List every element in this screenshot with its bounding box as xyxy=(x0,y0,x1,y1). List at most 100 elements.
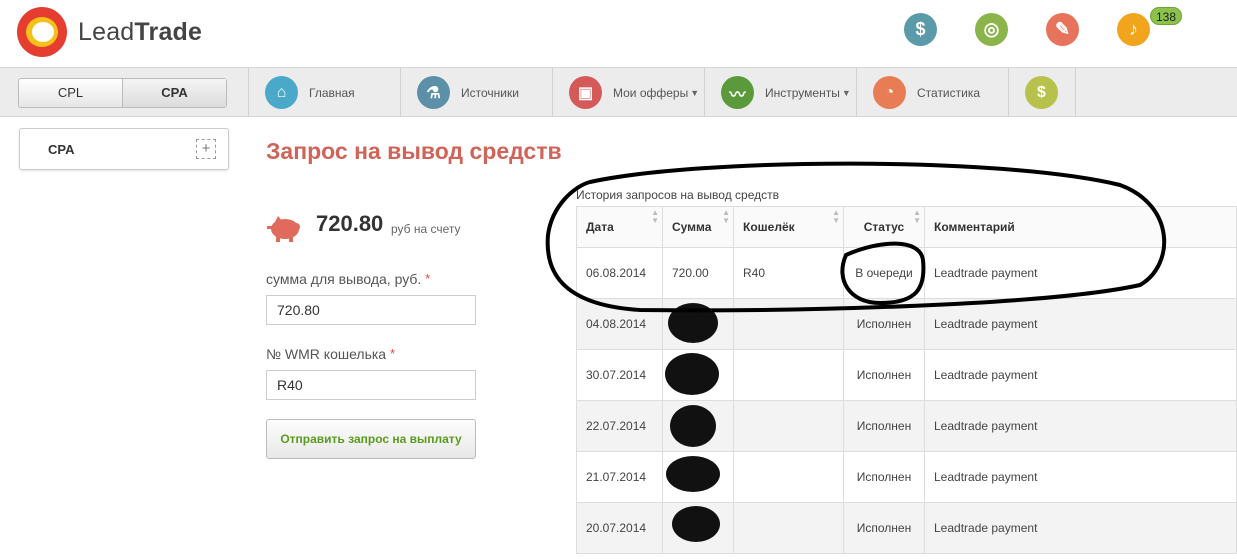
main-navbar: CPL CPA ⌂ Главная ⚗ Источники ▣ Мои оффе… xyxy=(0,67,1237,117)
cell-date: 21.07.2014 xyxy=(576,451,663,503)
nav-tools[interactable]: 〰 Инструменты ▼ xyxy=(721,68,851,117)
cell-wallet xyxy=(733,451,844,503)
cell-wallet xyxy=(733,400,844,452)
cell-status: Исполнен xyxy=(843,349,925,401)
table-row: 06.08.2014 720.00 R40 В очереди Leadtrad… xyxy=(576,247,1237,299)
nav-offers[interactable]: ▣ Мои офферы ▼ xyxy=(569,68,699,117)
column-header-date[interactable]: Дата ▲ ▼ xyxy=(576,206,663,248)
trend-icon: 〰 xyxy=(721,76,754,109)
page-title: Запрос на вывод средств xyxy=(266,138,562,164)
cell-status: В очереди xyxy=(843,247,925,299)
sort-icon: ▲ ▼ xyxy=(651,208,659,225)
wallet-label-text: № WMR кошелька xyxy=(266,346,387,362)
nav-divider xyxy=(400,68,401,117)
nav-sources-label: Источники xyxy=(461,85,519,100)
history-caption: История запросов на вывод средств xyxy=(576,188,779,202)
cell-date: 04.08.2014 xyxy=(576,298,663,350)
column-header-amount[interactable]: Сумма ▲ ▼ xyxy=(662,206,734,248)
required-mark: * xyxy=(425,271,431,286)
cell-date: 22.07.2014 xyxy=(576,400,663,452)
column-header-wallet[interactable]: Кошелёк ▲ ▼ xyxy=(733,206,844,248)
redaction-blot xyxy=(670,405,716,447)
history-header-row: Дата ▲ ▼ Сумма ▲ ▼ Кошелёк ▲ ▼ Статус ▲ ▼ Коммен… xyxy=(576,206,1237,248)
wallet-input[interactable]: R40 xyxy=(266,370,476,400)
sort-icon: ▲ ▼ xyxy=(913,208,921,225)
mode-cpa-button[interactable]: CPA xyxy=(123,79,226,107)
column-status-label: Статус xyxy=(863,220,905,234)
amount-label: сумма для вывода, руб. * xyxy=(266,271,430,287)
amount-input[interactable]: 720.80 xyxy=(266,295,476,325)
cell-status: Исполнен xyxy=(843,502,925,554)
nav-divider xyxy=(704,68,705,117)
mode-switch: CPL CPA xyxy=(18,78,227,108)
chevron-down-icon: ▼ xyxy=(690,87,700,98)
amount-label-text: сумма для вывода, руб. xyxy=(266,271,422,287)
brand-part-2: Trade xyxy=(134,18,203,46)
cell-wallet xyxy=(733,298,844,350)
redaction-blot xyxy=(668,303,718,343)
required-mark: * xyxy=(389,346,396,361)
sidebar-cpa-label: CPA xyxy=(48,142,75,157)
cell-comment: Leadtrade payment xyxy=(924,247,1237,299)
cell-status: Исполнен xyxy=(843,400,925,452)
cell-amount: 720.00 xyxy=(662,247,734,299)
cell-wallet xyxy=(733,349,844,401)
nav-tools-label: Инструменты xyxy=(765,85,840,100)
flask-icon: ⚗ xyxy=(417,76,450,109)
pie-chart-icon: ◔ xyxy=(873,76,906,109)
column-header-status[interactable]: Статус ▲ ▼ xyxy=(843,206,925,248)
sort-icon: ▲ ▼ xyxy=(722,208,730,225)
cell-status: Исполнен xyxy=(843,451,925,503)
nav-stats-label: Статистика xyxy=(917,85,981,100)
wallet-label: № WMR кошелька * xyxy=(266,346,395,362)
bell-icon[interactable]: ♪ xyxy=(1117,13,1150,46)
piggy-bank-icon xyxy=(267,216,300,242)
cell-date: 30.07.2014 xyxy=(576,349,663,401)
nav-home-label: Главная xyxy=(309,85,355,100)
nav-home[interactable]: ⌂ Главная xyxy=(265,68,355,117)
column-date-label: Дата xyxy=(586,220,614,234)
dollar-icon: $ xyxy=(1025,76,1058,109)
brand-name[interactable]: LeadTrade xyxy=(78,18,202,47)
cell-date: 20.07.2014 xyxy=(576,502,663,554)
notifications-badge[interactable]: 138 xyxy=(1150,7,1183,25)
submit-payout-button[interactable]: Отправить запрос на выплату xyxy=(266,419,476,459)
nav-divider xyxy=(1075,68,1076,117)
cell-comment: Leadtrade payment xyxy=(924,298,1237,350)
expand-plus-icon[interactable]: + xyxy=(196,139,216,159)
balance-suffix: руб на счету xyxy=(391,222,461,236)
ticket-icon[interactable]: ✎ xyxy=(1046,13,1079,46)
nav-finance[interactable]: $ xyxy=(1025,68,1069,117)
nav-offers-label: Мои офферы xyxy=(613,85,689,100)
cell-comment: Leadtrade payment xyxy=(924,349,1237,401)
mode-cpl-button[interactable]: CPL xyxy=(19,79,123,107)
lifebuoy-icon[interactable]: ◎ xyxy=(975,13,1008,46)
cell-wallet xyxy=(733,502,844,554)
redaction-blot xyxy=(672,506,720,542)
header: LeadTrade $ ◎ ✎ ♪ 138 xyxy=(0,0,1237,67)
nav-divider xyxy=(1008,68,1009,117)
leadtrade-logo[interactable] xyxy=(17,7,67,57)
cell-comment: Leadtrade payment xyxy=(924,451,1237,503)
column-wallet-label: Кошелёк xyxy=(743,220,795,234)
redaction-blot xyxy=(666,456,720,492)
nav-sources[interactable]: ⚗ Источники xyxy=(417,68,519,117)
column-comment-label: Комментарий xyxy=(934,220,1015,234)
home-icon: ⌂ xyxy=(265,76,298,109)
dollar-icon[interactable]: $ xyxy=(904,13,937,46)
nav-divider xyxy=(856,68,857,117)
brand-part-1: Lead xyxy=(78,18,135,46)
nav-divider xyxy=(248,68,249,117)
cell-wallet: R40 xyxy=(733,247,844,299)
nav-divider xyxy=(552,68,553,117)
logo-core xyxy=(32,22,54,42)
column-amount-label: Сумма xyxy=(672,220,712,234)
column-header-comment[interactable]: Комментарий xyxy=(924,206,1237,248)
cell-date: 06.08.2014 xyxy=(576,247,663,299)
sort-icon: ▲ ▼ xyxy=(832,208,840,225)
chevron-down-icon: ▼ xyxy=(841,87,851,98)
sidebar-cpa-panel[interactable]: CPA + xyxy=(19,128,229,170)
cell-comment: Leadtrade payment xyxy=(924,502,1237,554)
nav-stats[interactable]: ◔ Статистика xyxy=(873,68,980,117)
cell-status: Исполнен xyxy=(843,298,925,350)
